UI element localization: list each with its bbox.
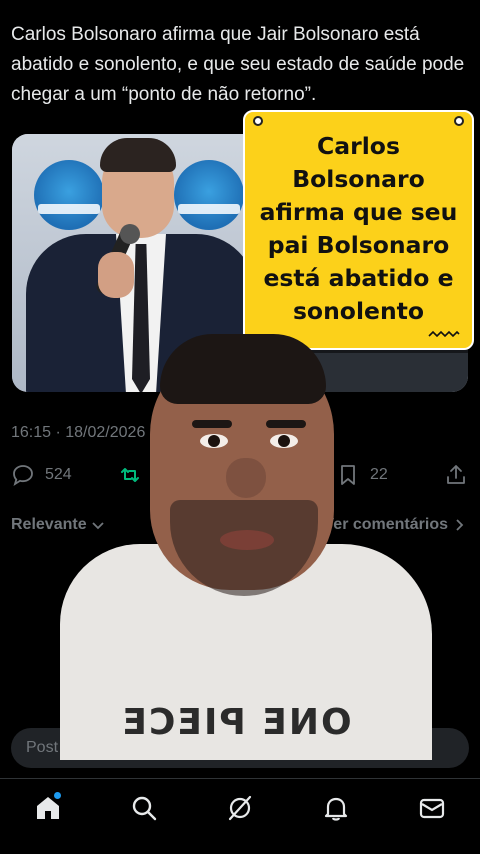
creator-brow-left	[192, 420, 232, 428]
nav-notifications[interactable]	[322, 794, 352, 824]
creator-mouth	[220, 530, 274, 550]
chevron-right-icon	[456, 519, 464, 531]
speaker-hand	[98, 252, 134, 298]
bottom-divider	[0, 778, 480, 779]
backdrop-logo-band-right	[178, 204, 240, 214]
nav-home[interactable]	[34, 792, 64, 824]
search-icon	[132, 796, 157, 821]
creator-nose	[226, 458, 266, 498]
creator-video-overlay: ONE PIECE	[60, 330, 436, 760]
reply-icon	[13, 465, 33, 487]
grok-icon	[228, 795, 252, 821]
share-button[interactable]	[444, 458, 468, 492]
shirt-print: ONE PIECE	[120, 702, 352, 743]
notifications-icon	[324, 797, 348, 821]
creator-eye-right	[270, 434, 298, 448]
messages-icon	[419, 798, 445, 819]
pin-icon	[253, 116, 263, 126]
nav-search[interactable]	[130, 794, 160, 824]
share-icon	[447, 465, 465, 484]
creator-hair	[160, 334, 326, 404]
nav-grok[interactable]	[226, 794, 256, 824]
pin-icon	[454, 116, 464, 126]
microphone-head	[120, 224, 140, 244]
headline-sticker: Carlos Bolsonaro afirma que seu pai Bols…	[243, 110, 474, 350]
sticker-text: Carlos Bolsonaro afirma que seu pai Bols…	[259, 132, 458, 325]
creator-eye-left	[200, 434, 228, 448]
nav-messages[interactable]	[418, 794, 448, 824]
backdrop-logo-right	[174, 160, 244, 230]
backdrop-logo-left	[34, 160, 104, 230]
reply-placeholder: Post	[26, 739, 59, 756]
speaker-hair	[100, 138, 176, 172]
backdrop-logo-band-left	[38, 204, 100, 214]
home-notification-dot	[54, 792, 61, 799]
creator-brow-right	[266, 420, 306, 428]
tweet-text: Carlos Bolsonaro afirma que Jair Bolsona…	[11, 24, 465, 105]
bottom-navigation	[0, 780, 480, 840]
